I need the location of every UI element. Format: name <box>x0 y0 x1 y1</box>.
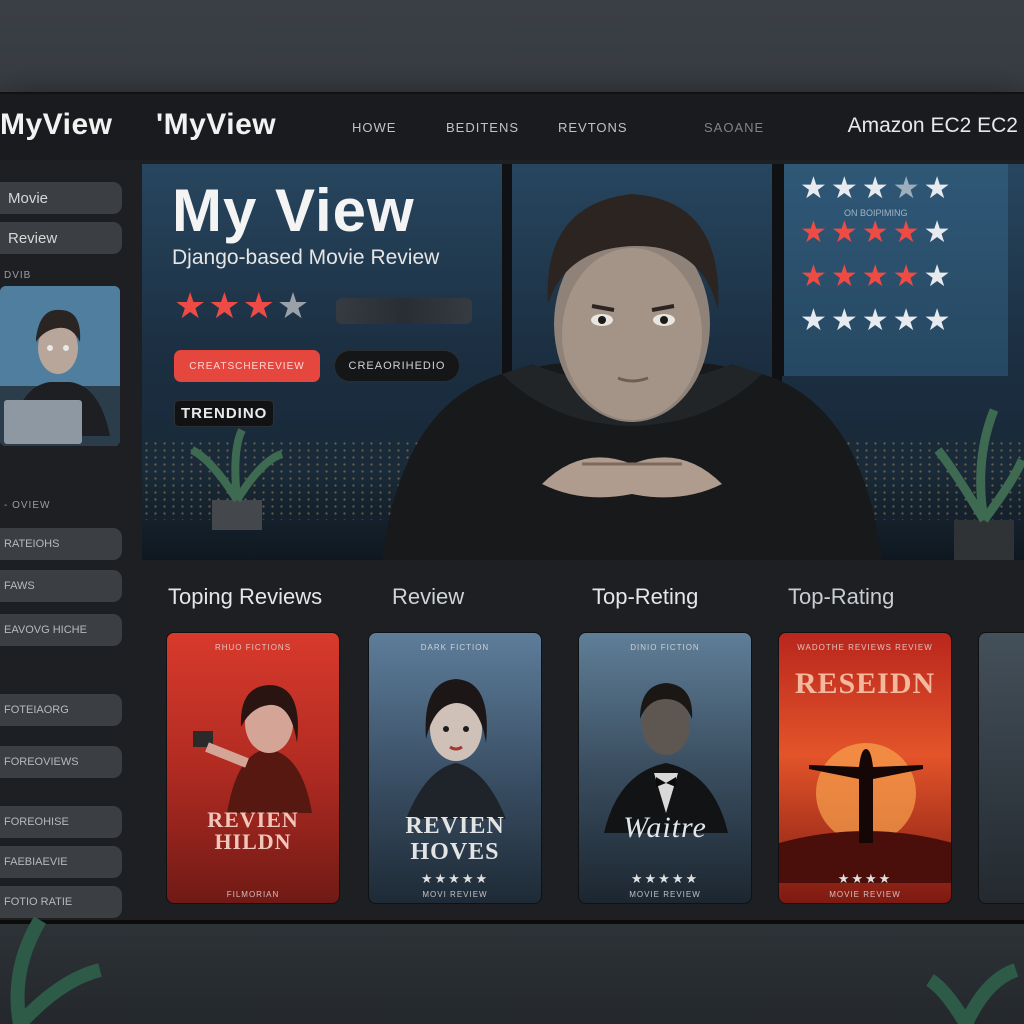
sidebar-item-bottom-1[interactable]: FOTEIAORG <box>0 694 122 726</box>
poster-figure <box>604 683 728 833</box>
poster-card-partial[interactable] <box>978 632 1024 904</box>
sidebar-thumbnail[interactable] <box>0 286 120 446</box>
plant-icon <box>926 963 1019 1024</box>
sidebar-item-ratings[interactable]: RATEIOHS <box>0 528 122 560</box>
poster-stars: ★★★★★ <box>630 871 700 886</box>
star-icon: ★ <box>242 285 277 326</box>
plant-icon <box>934 408 1024 560</box>
poster-bottom-label: FILMORIAN <box>226 890 280 899</box>
rating-row-4[interactable]: ★★★★★ <box>800 306 992 336</box>
poster-figure <box>193 685 312 813</box>
tab-top-rating[interactable]: Top-Rating <box>788 584 894 610</box>
section-tabs: Toping Reviews Review Top-Reting Top-Rat… <box>142 578 1024 618</box>
sidebar-section-label: DVIB <box>4 270 32 281</box>
tab-top-reting[interactable]: Top-Reting <box>592 584 698 610</box>
nav-item-editions[interactable]: BEDITENS <box>446 120 519 135</box>
poster-card[interactable]: DARK FICTION REVIEN HOVES ★★★★★ MOVI REV… <box>368 632 542 904</box>
floor <box>0 924 1024 1024</box>
tab-toping-reviews[interactable]: Toping Reviews <box>168 584 322 610</box>
sidebar-item-bottom-2[interactable]: FOREOVIEWS <box>0 746 122 778</box>
sidebar-item-saving-hiche[interactable]: EAVOVG HICHE <box>0 614 122 646</box>
poster-top-label: WADOTHE REVIEWS REVIEW <box>797 643 933 652</box>
sidebar-item-review[interactable]: Review <box>0 222 122 254</box>
star-icon: ★ <box>208 285 243 326</box>
person-laptop-illustration <box>0 286 120 446</box>
rating-row-1[interactable]: ★★★★★ <box>800 174 992 204</box>
sidebar: Movie Review DVIB - OVIEW RATEIOHS FAWS … <box>0 164 128 918</box>
poster-card[interactable]: WADOTHE REVIEWS REVIEW RESEIDN ★★★★ MOVI… <box>778 632 952 904</box>
star-half-icon: ★ <box>276 285 312 326</box>
plant-icon <box>10 916 102 1024</box>
logo-secondary: 'MyView <box>156 108 277 141</box>
poster-figure <box>779 743 951 883</box>
hero-banner: My View Django-based Movie Review ★★★★ C… <box>142 164 1024 560</box>
poster-top-label: DARK FICTION <box>420 643 490 652</box>
sidebar-item-favs[interactable]: FAWS <box>0 570 122 602</box>
rating-panel: ON BOIPIMING ★★★★★ ★★★★★ ★★★★★ ★★★★★ <box>782 164 1008 376</box>
sidebar-item-movie[interactable]: Movie <box>0 182 122 214</box>
header: MyView 'MyView HOWE BEDITENS REVTONS SAO… <box>0 94 1024 160</box>
poster-row: RHUO FICTIONS REVIEN HILDN FILMORIAN DAR… <box>142 632 1024 908</box>
poster-stars: ★★★★ <box>837 871 893 886</box>
poster-title: Waitre <box>623 811 707 844</box>
rating-blur-bar <box>336 298 472 324</box>
hero-title: My View <box>172 177 415 244</box>
nav-item-saoane[interactable]: SAOANE <box>704 120 764 135</box>
poster-bottom-label: MOVIE REVIEW <box>629 890 701 899</box>
create-review-button[interactable]: CREATSCHEREVIEW <box>174 350 320 382</box>
hero-subtitle: Django-based Movie Review <box>172 246 440 269</box>
poster-title: REVIEN HILDN <box>207 807 299 854</box>
provider-label: Amazon EC2 EC2 <box>847 114 1018 137</box>
secondary-action-button[interactable]: CREAORIHEDIO <box>334 350 460 382</box>
sidebar-caption: - OVIEW <box>4 500 51 511</box>
app-screen: MyView 'MyView HOWE BEDITENS REVTONS SAO… <box>0 92 1024 924</box>
tab-review[interactable]: Review <box>392 584 464 610</box>
nav-item-home[interactable]: HOWE <box>352 120 396 135</box>
star-icon: ★ <box>174 285 209 326</box>
plant-icon <box>190 428 284 530</box>
hero-rating-stars: ★★★★ <box>174 288 311 324</box>
sidebar-item-bottom-3[interactable]: FOREOHISE <box>0 806 122 838</box>
nav-item-reviews[interactable]: REVTONS <box>558 120 628 135</box>
sidebar-item-bottom-4[interactable]: FAEBIAEVIE <box>0 846 122 878</box>
poster-top-label: RHUO FICTIONS <box>214 643 292 652</box>
poster-bottom-label: MOVI REVIEW <box>422 890 488 899</box>
poster-top-label: DINIO FICTION <box>630 643 700 652</box>
rating-row-3[interactable]: ★★★★★ <box>800 262 992 292</box>
poster-card[interactable]: DINIO FICTION Waitre ★★★★★ MOVIE REVIEW <box>578 632 752 904</box>
logo-primary[interactable]: MyView <box>0 108 113 142</box>
poster-stars: ★★★★★ <box>420 871 490 886</box>
poster-title: REVIEN HOVES <box>405 813 505 865</box>
poster-bottom-label: MOVIE REVIEW <box>829 890 901 899</box>
rating-row-2[interactable]: ★★★★★ <box>800 218 992 248</box>
poster-figure <box>406 679 506 819</box>
poster-title: RESEIDN <box>794 667 936 700</box>
poster-card[interactable]: RHUO FICTIONS REVIEN HILDN FILMORIAN <box>166 632 340 904</box>
rating-panel-note: ON BOIPIMING <box>844 208 908 218</box>
